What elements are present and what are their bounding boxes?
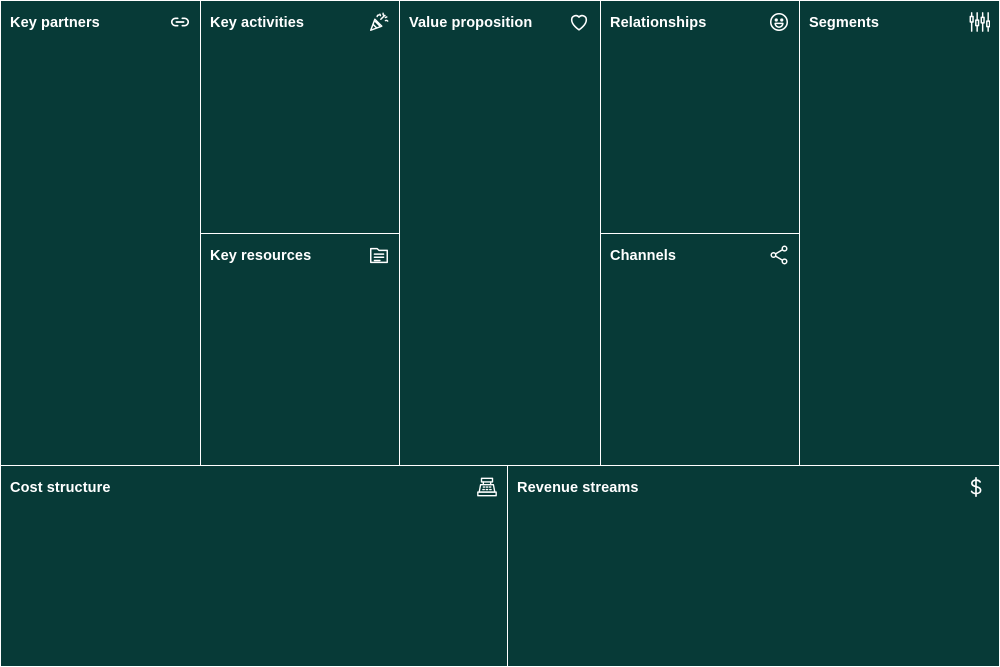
key-partners-title: Key partners	[10, 15, 100, 31]
share-icon	[768, 244, 790, 266]
business-model-canvas: Key partners Key activities Key resource…	[0, 0, 1000, 667]
dollar-icon	[965, 476, 987, 498]
cost-structure-block[interactable]: Cost structure	[0, 465, 508, 667]
segments-block[interactable]: Segments	[799, 0, 1000, 466]
key-activities-block[interactable]: Key activities	[200, 0, 400, 234]
channels-title: Channels	[610, 248, 677, 264]
key-resources-block[interactable]: Key resources	[200, 233, 400, 466]
document-icon	[368, 244, 390, 266]
party-popper-icon	[368, 11, 390, 33]
key-activities-title: Key activities	[210, 15, 305, 31]
revenue-streams-block[interactable]: Revenue streams	[507, 465, 1000, 667]
key-resources-title: Key resources	[210, 248, 312, 264]
link-icon	[169, 11, 191, 33]
cash-register-icon	[476, 476, 498, 498]
value-proposition-block[interactable]: Value proposition	[399, 0, 601, 466]
smiley-icon	[768, 11, 790, 33]
relationships-title: Relationships	[610, 15, 707, 31]
revenue-streams-title: Revenue streams	[517, 480, 639, 496]
heart-icon	[568, 11, 590, 33]
relationships-block[interactable]: Relationships	[600, 0, 800, 234]
cost-structure-title: Cost structure	[10, 480, 111, 496]
value-proposition-title: Value proposition	[409, 15, 533, 31]
sliders-icon	[968, 11, 990, 33]
key-partners-block[interactable]: Key partners	[0, 0, 201, 466]
segments-title: Segments	[809, 15, 880, 31]
channels-block[interactable]: Channels	[600, 233, 800, 466]
